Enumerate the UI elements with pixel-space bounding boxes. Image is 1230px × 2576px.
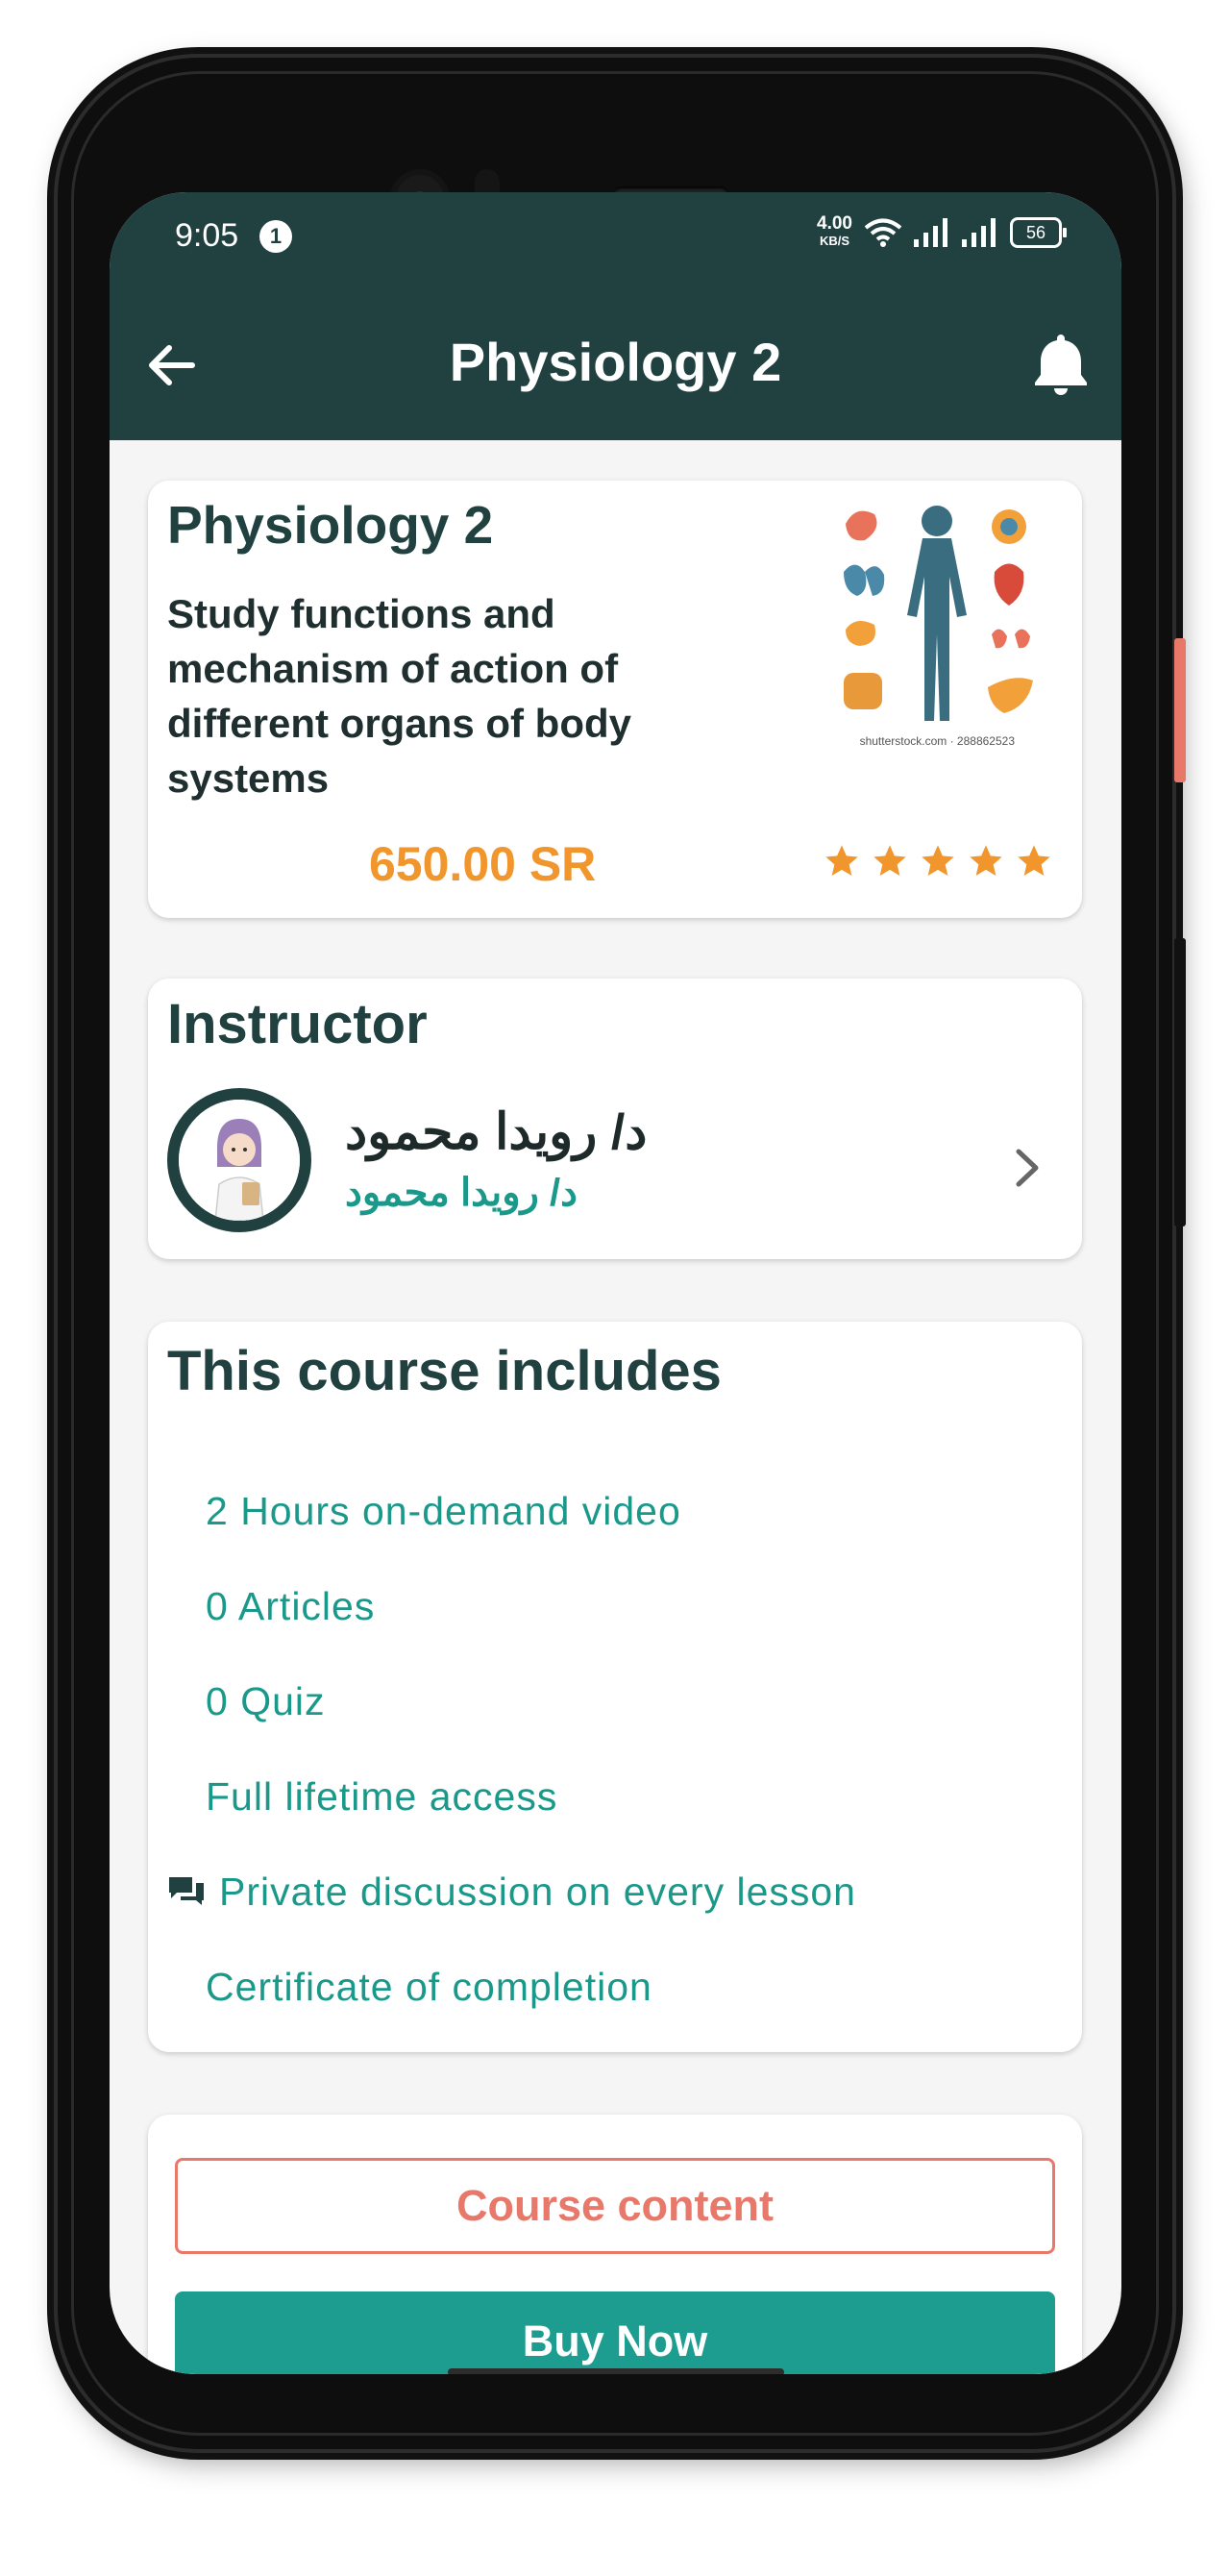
list-item: 0 Articles	[167, 1559, 856, 1654]
course-name: Physiology 2	[167, 495, 494, 555]
power-button	[1174, 638, 1186, 782]
avatar	[167, 1088, 311, 1232]
instructor-name: د/ رويدا محمود	[345, 1104, 648, 1160]
status-icons: 4.00 KB/S 56	[817, 213, 1067, 250]
signal-icon-1	[914, 218, 947, 247]
includes-list: 2 Hours on-demand video 0 Articles 0 Qui…	[167, 1464, 856, 2035]
list-item: 2 Hours on-demand video	[167, 1464, 856, 1559]
status-bar: 9:05 1 4.00 KB/S 56	[110, 192, 1121, 279]
instructor-heading: Instructor	[167, 993, 428, 1055]
include-label: 2 Hours on-demand video	[206, 1489, 681, 1533]
chevron-right-icon[interactable]	[1013, 1146, 1042, 1190]
include-label: 0 Articles	[206, 1584, 376, 1628]
net-speed-value: 4.00	[817, 213, 852, 234]
instructor-subtitle: د/ رويدا محمود	[345, 1172, 578, 1214]
volume-button	[1174, 938, 1186, 1226]
star-icon	[1018, 845, 1050, 876]
list-item: 0 Quiz	[167, 1654, 856, 1749]
notification-badge: 1	[259, 220, 292, 253]
include-label: 0 Quiz	[206, 1679, 326, 1723]
list-item: Private discussion on every lesson	[167, 1845, 856, 1940]
net-speed-unit: KB/S	[819, 234, 850, 248]
app-screen: 9:05 1 4.00 KB/S 56 Physiology 2 Physiol…	[110, 192, 1121, 2374]
rating-stars	[823, 842, 1053, 880]
buy-now-button[interactable]: Buy Now	[175, 2291, 1055, 2374]
include-label: Full lifetime access	[206, 1774, 558, 1819]
image-credit: shutterstock.com · 288862523	[859, 734, 1015, 748]
includes-heading: This course includes	[167, 1340, 722, 1402]
page-title: Physiology 2	[449, 332, 782, 392]
star-icon	[970, 845, 1002, 876]
net-speed: 4.00 KB/S	[817, 213, 852, 250]
wifi-icon	[864, 218, 902, 247]
home-indicator[interactable]	[448, 2368, 784, 2374]
chat-bubbles-icon	[169, 1876, 204, 1905]
star-icon	[922, 845, 954, 876]
star-icon	[825, 845, 858, 876]
include-label: Certificate of completion	[206, 1965, 652, 2009]
course-description: Study functions and mechanism of action …	[167, 591, 631, 801]
course-price: 650.00 SR	[369, 837, 597, 891]
course-includes-card: This course includes 2 Hours on-demand v…	[148, 1322, 1082, 2052]
include-label: Private discussion on every lesson	[219, 1870, 856, 1914]
top-bar: 9:05 1 4.00 KB/S 56 Physiology 2	[110, 192, 1121, 440]
star-icon	[873, 845, 906, 876]
app-bar: Physiology 2	[110, 308, 1121, 423]
bell-icon[interactable]	[1031, 331, 1091, 398]
list-item: Certificate of completion	[167, 1940, 856, 2035]
status-time: 9:05	[175, 217, 239, 254]
battery-icon: 56	[1010, 217, 1067, 248]
instructor-avatar-illustration	[179, 1100, 300, 1221]
signal-icon-2	[962, 218, 996, 247]
course-summary-card: Physiology 2 Study functions and mechani…	[148, 481, 1082, 918]
course-content-button[interactable]: Course content	[175, 2158, 1055, 2254]
course-image	[844, 506, 1033, 721]
actions-card: Course content Buy Now	[148, 2115, 1082, 2374]
instructor-card[interactable]: Instructor د/ رويدا محمود د/ رويدا محمود	[148, 978, 1082, 1259]
list-item: Full lifetime access	[167, 1749, 856, 1845]
